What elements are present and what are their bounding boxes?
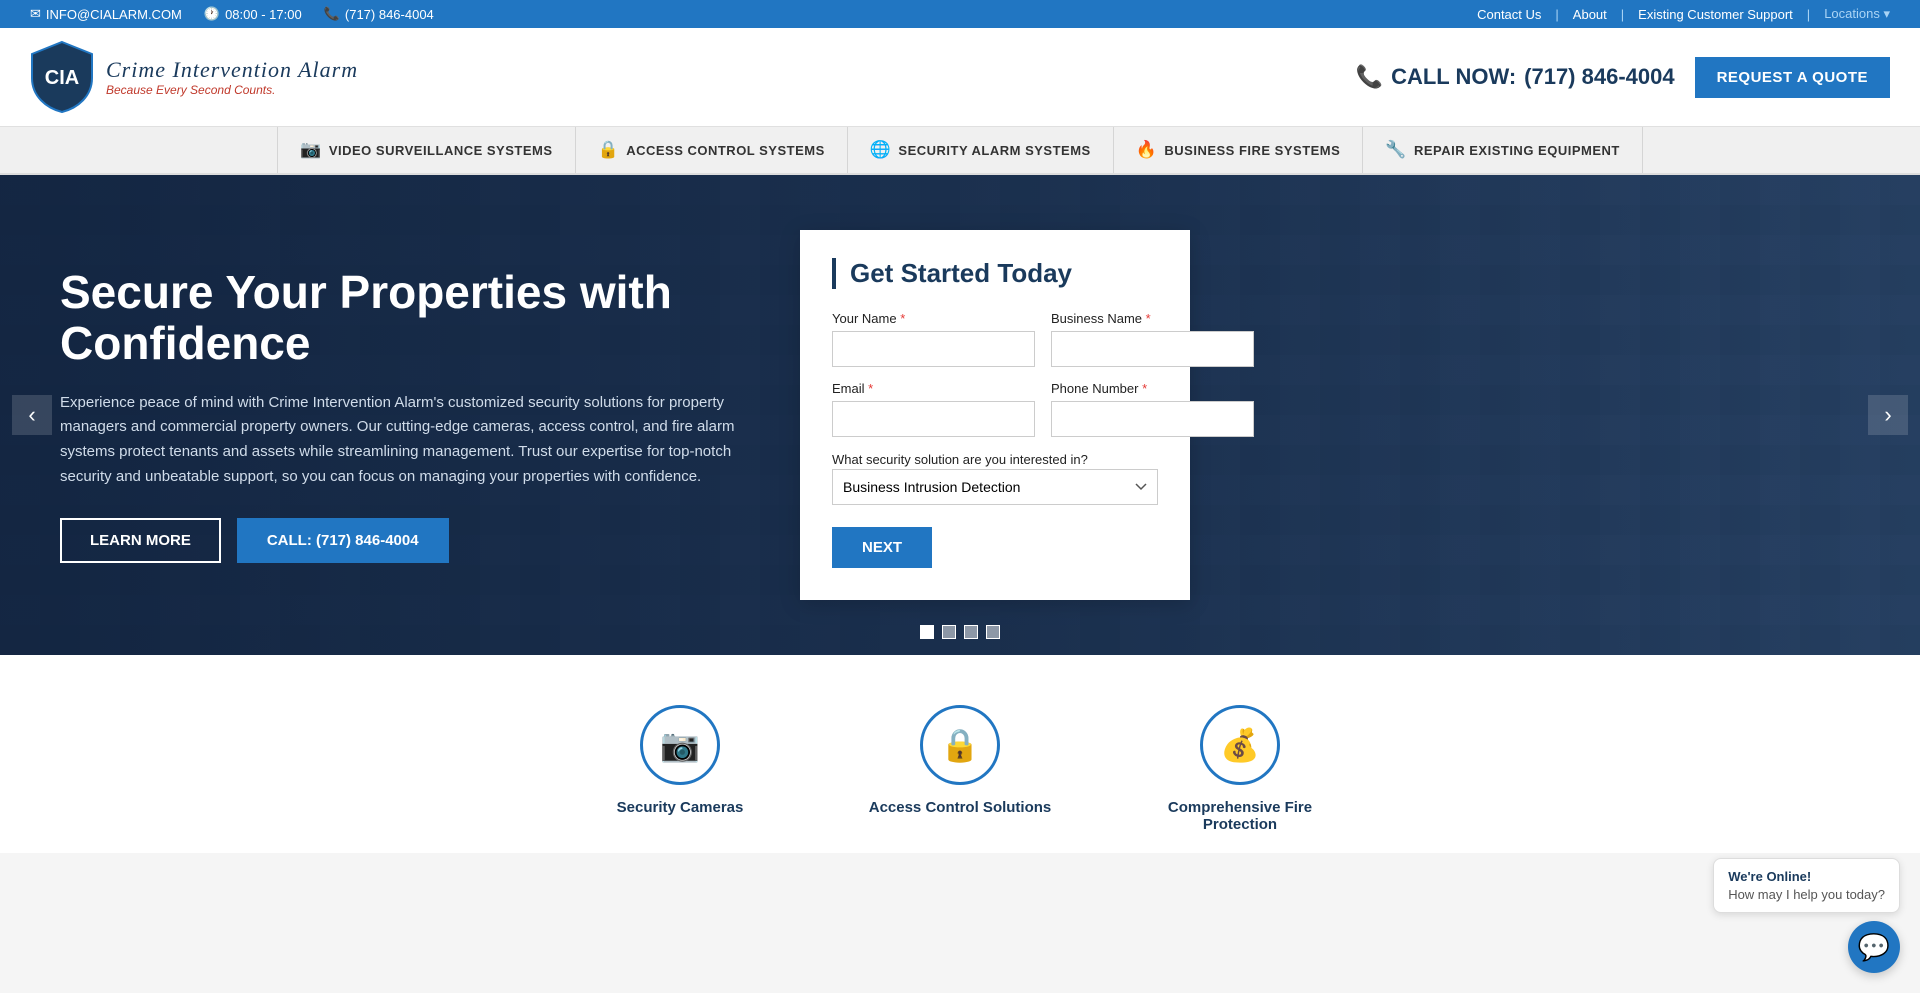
cameras-icon-circle: 📷 <box>640 705 720 785</box>
fire-nav-icon: 🔥 <box>1136 140 1158 160</box>
call-button[interactable]: CALL: (717) 846-4004 <box>237 518 449 563</box>
nav-bar: 📷 VIDEO SURVEILLANCE SYSTEMS 🔒 ACCESS CO… <box>0 127 1920 175</box>
email-label: Email * <box>832 381 1035 396</box>
nav-item-repair[interactable]: 🔧 REPAIR EXISTING EQUIPMENT <box>1363 127 1643 173</box>
business-name-label: Business Name * <box>1051 311 1254 326</box>
form-row-contact: Email * Phone Number * <box>832 381 1158 437</box>
logo-shield: CIA <box>30 40 94 114</box>
repair-nav-icon: 🔧 <box>1385 140 1407 160</box>
service-card-cameras: 📷 Security Cameras <box>580 705 780 833</box>
hero-description: Experience peace of mind with Crime Inte… <box>60 391 760 490</box>
logo-tagline: Because Every Second Counts. <box>106 83 358 97</box>
call-now: 📞 CALL NOW: (717) 846-4004 <box>1356 64 1675 90</box>
phone-input[interactable] <box>1051 401 1254 437</box>
logo-area[interactable]: CIA Crime Intervention Alarm Because Eve… <box>30 40 358 114</box>
hero-buttons: LEARN MORE CALL: (717) 846-4004 <box>60 518 760 563</box>
your-name-input[interactable] <box>832 331 1035 367</box>
hero-dot-4[interactable] <box>986 625 1000 639</box>
hero-prev-button[interactable]: ‹ <box>12 395 52 435</box>
nav-label-security: SECURITY ALARM SYSTEMS <box>898 143 1090 158</box>
hero-text: Secure Your Properties with Confidence E… <box>60 267 760 562</box>
hero-heading: Secure Your Properties with Confidence <box>60 267 760 368</box>
existing-customer-link[interactable]: Existing Customer Support <box>1638 7 1793 22</box>
logo-title: Crime Intervention Alarm <box>106 57 358 83</box>
chevron-down-icon: ▾ <box>1883 6 1890 21</box>
nav-item-access[interactable]: 🔒 ACCESS CONTROL SYSTEMS <box>576 127 848 173</box>
get-started-form: Get Started Today Your Name * Business N… <box>800 230 1190 600</box>
cameras-name: Security Cameras <box>617 799 744 816</box>
nav-label-video: VIDEO SURVEILLANCE SYSTEMS <box>329 143 553 158</box>
chat-icon: 💬 <box>1858 932 1890 963</box>
chat-online-title: We're Online! <box>1728 869 1885 884</box>
locations-link[interactable]: Locations ▾ <box>1824 6 1890 22</box>
logo-text: Crime Intervention Alarm Because Every S… <box>106 57 358 97</box>
phone-group: Phone Number * <box>1051 381 1254 437</box>
solution-group: What security solution are you intereste… <box>832 451 1158 505</box>
contact-us-link[interactable]: Contact Us <box>1477 7 1541 22</box>
email-icon: ✉ <box>30 6 41 22</box>
chat-bubble: We're Online! How may I help you today? <box>1713 858 1900 913</box>
topbar-phone: 📞 (717) 846-4004 <box>324 6 434 22</box>
your-name-label: Your Name * <box>832 311 1035 326</box>
nav-label-fire: BUSINESS FIRE SYSTEMS <box>1164 143 1340 158</box>
nav-item-security[interactable]: 🌐 SECURITY ALARM SYSTEMS <box>848 127 1114 173</box>
security-nav-icon: 🌐 <box>870 140 892 160</box>
services-section: 📷 Security Cameras 🔒 Access Control Solu… <box>0 655 1920 853</box>
access-icon: 🔒 <box>940 726 980 764</box>
form-title: Get Started Today <box>832 258 1158 289</box>
nav-label-access: ACCESS CONTROL SYSTEMS <box>626 143 825 158</box>
top-bar-left: ✉ INFO@CIALARM.COM 🕐 08:00 - 17:00 📞 (71… <box>30 6 434 22</box>
form-row-name: Your Name * Business Name * <box>832 311 1158 367</box>
header-right: 📞 CALL NOW: (717) 846-4004 REQUEST A QUO… <box>1356 57 1890 98</box>
header: CIA Crime Intervention Alarm Because Eve… <box>0 28 1920 127</box>
access-icon-circle: 🔒 <box>920 705 1000 785</box>
top-bar-right: Contact Us | About | Existing Customer S… <box>1477 6 1890 22</box>
phone-icon-small: 📞 <box>324 6 340 22</box>
hero-dot-2[interactable] <box>942 625 956 639</box>
fire-icon-circle: 💰 <box>1200 705 1280 785</box>
request-quote-button[interactable]: REQUEST A QUOTE <box>1695 57 1890 98</box>
fire-protection-icon: 💰 <box>1220 726 1260 764</box>
solution-label: What security solution are you intereste… <box>832 452 1088 467</box>
hero-next-button[interactable]: › <box>1868 395 1908 435</box>
business-name-group: Business Name * <box>1051 311 1254 367</box>
learn-more-button[interactable]: LEARN MORE <box>60 518 221 563</box>
hero-section: ‹ Secure Your Properties with Confidence… <box>0 175 1920 655</box>
nav-label-repair: REPAIR EXISTING EQUIPMENT <box>1414 143 1620 158</box>
hero-dot-3[interactable] <box>964 625 978 639</box>
phone-label: Phone Number * <box>1051 381 1254 396</box>
email-group: Email * <box>832 381 1035 437</box>
service-card-access: 🔒 Access Control Solutions <box>860 705 1060 833</box>
phone-icon: 📞 <box>1356 64 1383 90</box>
next-button[interactable]: NEXT <box>832 527 932 568</box>
nav-item-fire[interactable]: 🔥 BUSINESS FIRE SYSTEMS <box>1114 127 1364 173</box>
svg-text:CIA: CIA <box>45 67 79 89</box>
nav-item-video[interactable]: 📷 VIDEO SURVEILLANCE SYSTEMS <box>277 127 575 173</box>
chat-online-sub: How may I help you today? <box>1728 887 1885 902</box>
topbar-hours: 🕐 08:00 - 17:00 <box>204 6 302 22</box>
hero-dots <box>920 625 1000 639</box>
chat-widget: We're Online! How may I help you today? … <box>1713 858 1900 973</box>
top-bar: ✉ INFO@CIALARM.COM 🕐 08:00 - 17:00 📞 (71… <box>0 0 1920 28</box>
service-card-fire: 💰 Comprehensive Fire Protection <box>1140 705 1340 833</box>
clock-icon: 🕐 <box>204 6 220 22</box>
chat-open-button[interactable]: 💬 <box>1848 921 1900 973</box>
business-name-input[interactable] <box>1051 331 1254 367</box>
cameras-icon: 📷 <box>660 726 700 764</box>
hero-content: Secure Your Properties with Confidence E… <box>0 230 1920 600</box>
email-input[interactable] <box>832 401 1035 437</box>
solution-select[interactable]: Business Intrusion Detection Video Surve… <box>832 469 1158 505</box>
access-name: Access Control Solutions <box>869 799 1052 816</box>
access-nav-icon: 🔒 <box>598 140 620 160</box>
video-nav-icon: 📷 <box>300 140 322 160</box>
fire-name: Comprehensive Fire Protection <box>1140 799 1340 833</box>
hero-dot-1[interactable] <box>920 625 934 639</box>
topbar-email: ✉ INFO@CIALARM.COM <box>30 6 182 22</box>
your-name-group: Your Name * <box>832 311 1035 367</box>
about-link[interactable]: About <box>1573 7 1607 22</box>
